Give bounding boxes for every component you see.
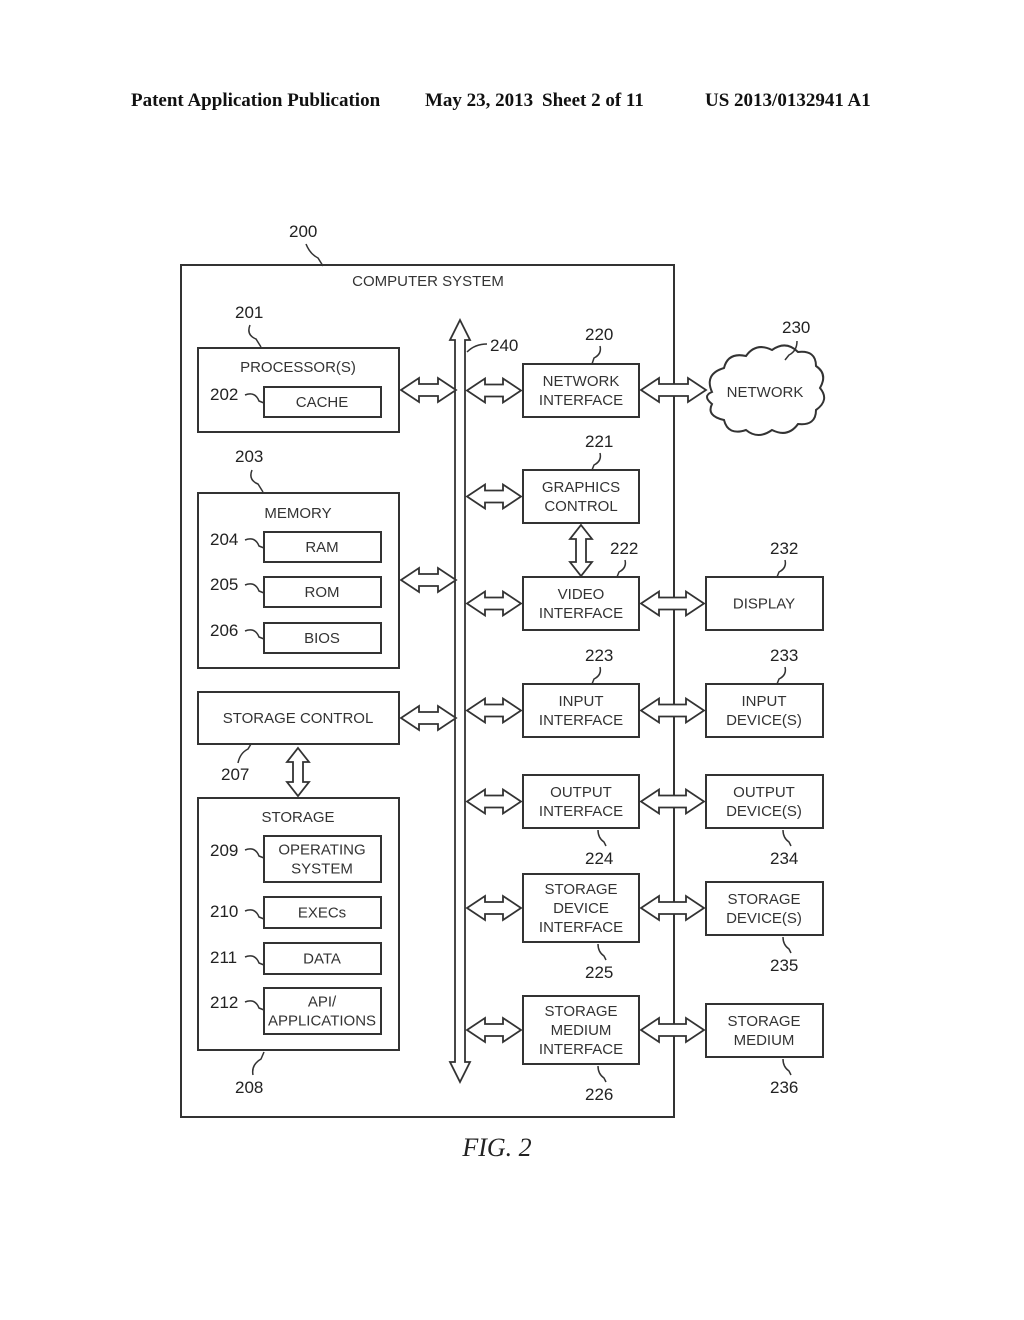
interface-label-line: INTERFACE: [539, 1041, 623, 1058]
external-236-box: [705, 1003, 824, 1058]
ref-234: 234: [770, 849, 798, 868]
storage-item-label-line: APPLICATIONS: [268, 1013, 376, 1030]
ref-222: 222: [610, 539, 638, 558]
ref-200: 200: [289, 222, 317, 241]
interface-label-line: NETWORK: [543, 373, 620, 390]
leader-235: [782, 936, 792, 954]
interface-label-line: DEVICE: [553, 900, 609, 917]
external-label-line: INPUT: [742, 693, 787, 710]
ref-230: 230: [782, 318, 810, 337]
storage-title: STORAGE: [261, 809, 334, 826]
interface-label-line: GRAPHICS: [542, 479, 620, 496]
ref-208: 208: [235, 1078, 263, 1097]
ref-226: 226: [585, 1085, 613, 1104]
storage-item-label-line: EXECs: [298, 905, 346, 922]
interface-label-line: VIDEO: [558, 586, 605, 603]
ref-206: 206: [210, 621, 238, 640]
external-label-line: STORAGE: [727, 891, 800, 908]
external-label-line: OUTPUT: [733, 784, 795, 801]
ref-225: 225: [585, 963, 613, 982]
interface-222-box: [522, 576, 640, 631]
memory-title: MEMORY: [264, 505, 331, 522]
memory-item-label-line: RAM: [305, 539, 338, 556]
storage-item-label-line: DATA: [303, 951, 341, 968]
ref-209: 209: [210, 841, 238, 860]
external-235-box: [705, 881, 824, 936]
ref-207: 207: [221, 765, 249, 784]
interface-label-line: INPUT: [559, 693, 604, 710]
ref-233: 233: [770, 646, 798, 665]
network-label-line: NETWORK: [727, 384, 804, 401]
interface-label-line: INTERFACE: [539, 605, 623, 622]
interface-224-box: [522, 774, 640, 829]
ref-223: 223: [585, 646, 613, 665]
external-233-box: [705, 683, 824, 738]
system-title: COMPUTER SYSTEM: [352, 273, 504, 290]
cache-label: CACHE: [296, 394, 349, 411]
interface-label-line: STORAGE: [544, 1003, 617, 1020]
storage-item-label-line: API/: [308, 994, 337, 1011]
external-234-box: [705, 774, 824, 829]
external-label-line: DISPLAY: [733, 596, 795, 613]
external-label-line: DEVICE(S): [726, 712, 802, 729]
ref-220: 220: [585, 325, 613, 344]
ref-224: 224: [585, 849, 613, 868]
interface-label-line: INTERFACE: [539, 712, 623, 729]
interface-221-box: [522, 469, 640, 524]
leader-234: [782, 829, 792, 847]
ref-232: 232: [770, 539, 798, 558]
ref-205: 205: [210, 575, 238, 594]
ref-235: 235: [770, 956, 798, 975]
ref-204: 204: [210, 530, 238, 549]
interface-223-box: [522, 683, 640, 738]
ref-202: 202: [210, 385, 238, 404]
interface-label-line: INTERFACE: [539, 803, 623, 820]
interface-220-box: [522, 363, 640, 418]
storage-item-label-line: SYSTEM: [291, 861, 353, 878]
leader-233: [776, 666, 787, 685]
interface-label-line: MEDIUM: [551, 1022, 612, 1039]
ref-211: 211: [210, 948, 237, 967]
interface-label-line: CONTROL: [544, 498, 617, 515]
storage-control-label: STORAGE CONTROL: [223, 710, 374, 727]
figure-caption: FIG. 2: [461, 1133, 531, 1162]
memory-item-label-line: ROM: [305, 584, 340, 601]
leader-236: [782, 1058, 792, 1076]
external-label-line: DEVICE(S): [726, 803, 802, 820]
ref-210: 210: [210, 902, 238, 921]
interface-label-line: INTERFACE: [539, 392, 623, 409]
computer-system-diagram: 200 COMPUTER SYSTEM 240 201 PROCESSOR(S)…: [180, 222, 826, 1162]
processor-title: PROCESSOR(S): [240, 359, 356, 376]
external-label-line: STORAGE: [727, 1013, 800, 1030]
interface-label-line: INTERFACE: [539, 919, 623, 936]
ref-240: 240: [490, 336, 518, 355]
interface-label-line: STORAGE: [544, 881, 617, 898]
ref-212: 212: [210, 993, 238, 1012]
storage-item-label-line: OPERATING: [278, 842, 365, 859]
external-label-line: DEVICE(S): [726, 910, 802, 927]
ref-236: 236: [770, 1078, 798, 1097]
ref-203: 203: [235, 447, 263, 466]
ref-201: 201: [235, 303, 263, 322]
leader-232: [776, 559, 787, 578]
ref-221: 221: [585, 432, 613, 451]
external-label-line: MEDIUM: [734, 1032, 795, 1049]
leader-200: [305, 243, 324, 267]
memory-item-label-line: BIOS: [304, 630, 340, 647]
interface-label-line: OUTPUT: [550, 784, 612, 801]
